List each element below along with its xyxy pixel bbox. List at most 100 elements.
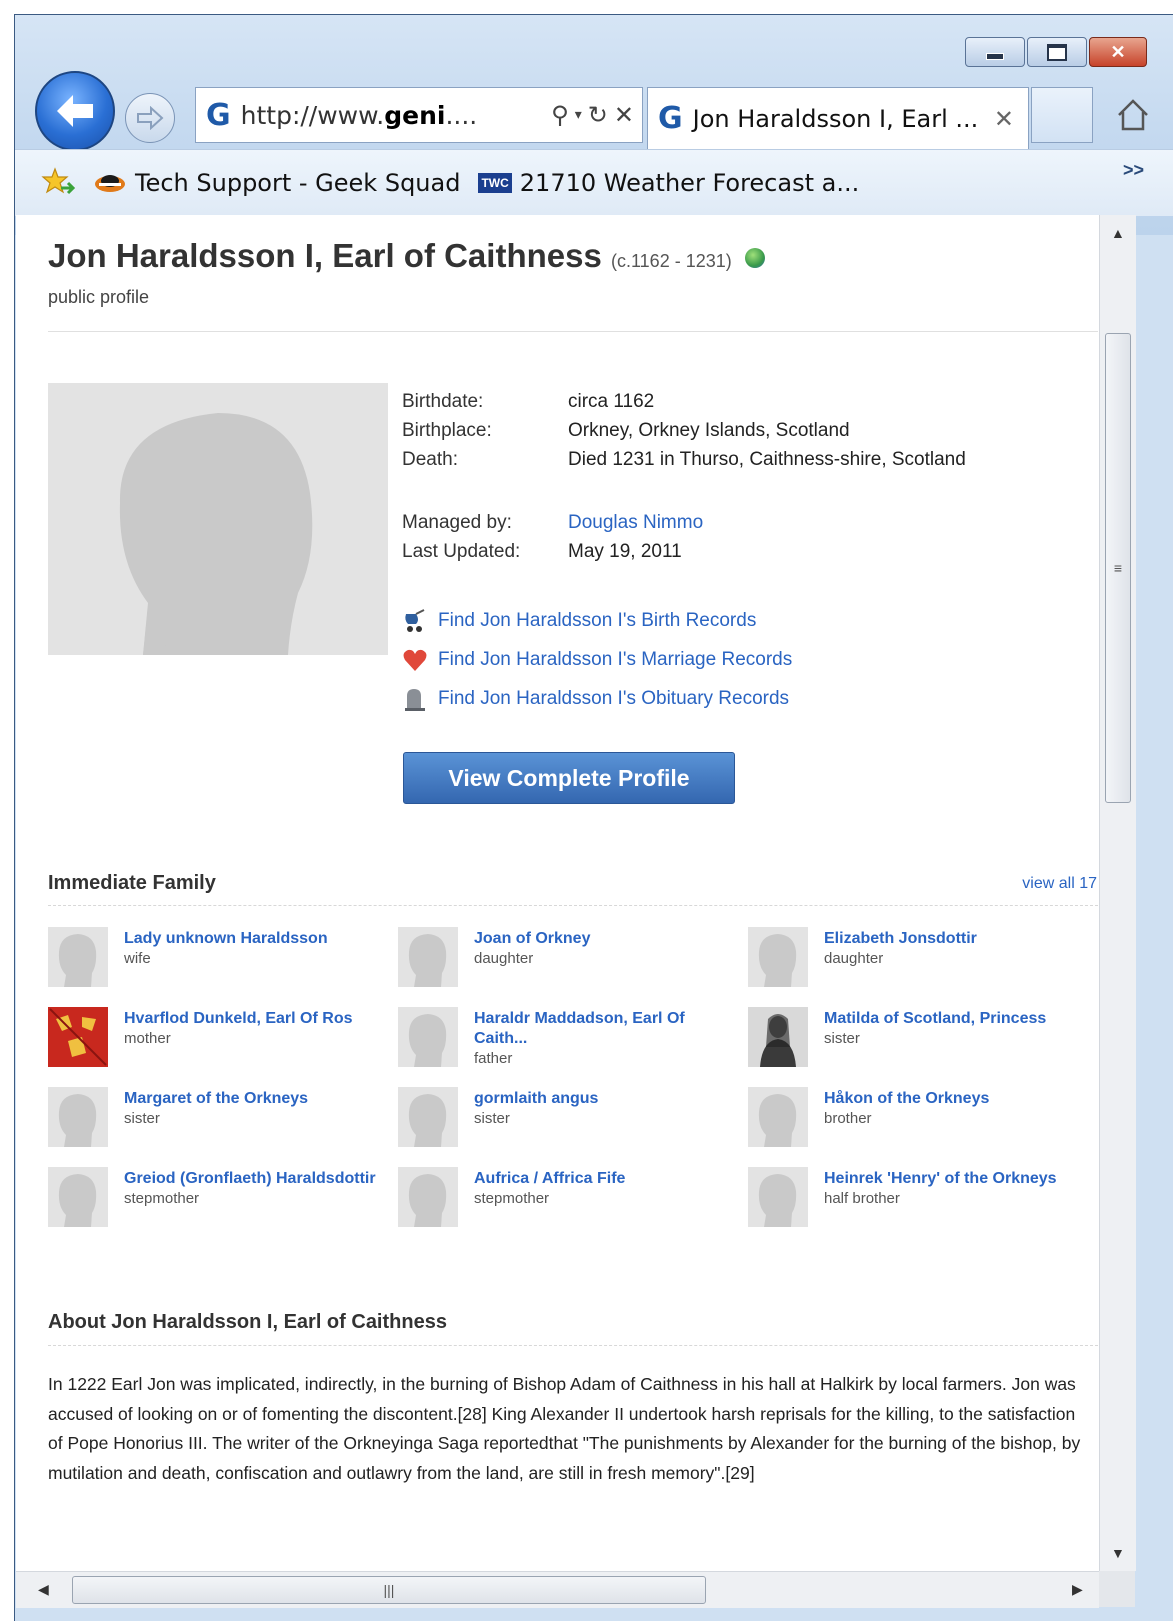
close-icon: ✕ [1110,41,1126,62]
horizontal-scrollbar[interactable]: ◀ ||| ▶ [16,1571,1099,1608]
birth-records-link[interactable]: Find Jon Haraldsson I's Birth Records [402,601,792,640]
close-window-button[interactable]: ✕ [1089,37,1147,67]
member-photo [48,1087,108,1147]
member-photo [748,1167,808,1227]
stop-icon[interactable]: ✕ [614,101,634,129]
family-member[interactable]: Joan of Orkney daughter [398,927,742,1007]
title-bar: ✕ G http://www.geni.... ⚲ ▾ ↻ ✕ G Jon Ha… [15,15,1173,235]
records-links: Find Jon Haraldsson I's Birth Records Fi… [402,601,792,718]
member-relation: sister [474,1110,510,1127]
tab-favicon-icon: G [658,101,683,136]
home-icon[interactable] [1113,95,1153,135]
fact-row-birthdate: Birthdate: circa 1162 [402,387,966,416]
favorite-weather[interactable]: TWC 21710 Weather Forecast a... [478,169,859,197]
record-link-label: Find Jon Haraldsson I's Birth Records [438,609,757,631]
family-member[interactable]: Elizabeth Jonsdottir daughter [748,927,1092,1007]
divider [48,331,1098,332]
fact-value: May 19, 2011 [568,540,682,562]
view-all-family-link[interactable]: view all 17 [1022,875,1097,893]
favorite-label: Tech Support - Geek Squad [135,169,461,197]
member-photo [398,1167,458,1227]
member-relation: daughter [824,950,884,967]
obituary-records-link[interactable]: Find Jon Haraldsson I's Obituary Records [402,679,792,718]
more-favorites-icon[interactable]: >> [1123,160,1144,181]
scroll-up-icon[interactable]: ▲ [1111,225,1125,241]
fact-label: Birthplace: [402,419,492,441]
url-suffix: .... [445,100,478,130]
fact-label: Birthdate: [402,390,484,412]
tab-active[interactable]: G Jon Haraldsson I, Earl ... ✕ [647,87,1029,149]
member-name-text: Greiod (Gronflaeth) Haraldsdottir [124,1170,376,1187]
address-bar[interactable]: G http://www.geni.... ⚲ ▾ ↻ ✕ [195,87,643,143]
family-member[interactable]: Lady unknown Haraldsson wife [48,927,392,1007]
family-member[interactable]: gormlaith angus sister [398,1087,742,1167]
fact-label: Death: [402,448,458,470]
scroll-left-icon[interactable]: ◀ [38,1581,49,1598]
member-photo [398,927,458,987]
family-member[interactable]: Matilda of Scotland, Princess sister [748,1007,1092,1087]
vertical-scroll-thumb[interactable]: ≡ [1105,333,1131,803]
member-relation: stepmother [124,1190,200,1207]
grip-icon: ||| [383,1582,395,1598]
family-member[interactable]: Haraldr Maddadson, Earl Of Caith... fathe… [398,1007,742,1087]
record-link-label: Find Jon Haraldsson I's Marriage Records [438,648,793,670]
vertical-scrollbar[interactable]: ▲ ≡ ▼ [1099,215,1136,1571]
family-member[interactable]: Håkon of the Orkneys brother [748,1087,1092,1167]
about-text: In 1222 Earl Jon was implicated, indirec… [48,1374,1081,1483]
member-relation: half brother [824,1190,900,1207]
url-prefix: http://www. [240,100,385,130]
family-section-title: Immediate Family [48,872,216,894]
family-member[interactable]: Greiod (Gronflaeth) Haraldsdottir stepmot… [48,1167,392,1247]
new-tab-button[interactable] [1031,87,1093,143]
minimize-button[interactable] [965,37,1025,67]
fact-row-birthplace: Birthplace: Orkney, Orkney Islands, Scotl… [402,416,966,445]
view-complete-profile-button[interactable]: View Complete Profile [403,752,735,804]
search-icon[interactable]: ⚲ [551,101,569,129]
dropdown-arrow-icon[interactable]: ▾ [575,107,582,123]
gravestone-icon [405,688,425,711]
refresh-icon[interactable]: ↻ [588,101,608,129]
member-name: Hvarflod Dunkeld, Earl Of Ros mother [124,1009,392,1049]
marriage-records-link[interactable]: Find Jon Haraldsson I's Marriage Records [402,640,792,679]
member-name: Matilda of Scotland, Princess sister [824,1009,1092,1049]
fact-row-managed-by: Managed by: Douglas Nimmo [402,508,966,537]
profile-facts: Birthdate: circa 1162 Birthplace: Orkney, … [402,387,966,566]
member-name-text: Margaret of the Orkneys [124,1090,309,1107]
divider [48,905,1098,906]
favorites-star-icon[interactable] [41,166,75,200]
member-relation: father [474,1050,513,1067]
family-member[interactable]: Aufrica / Affrica Fife stepmother [398,1167,742,1247]
member-name: Lady unknown Haraldsson wife [124,929,392,969]
fact-label: Managed by: [402,511,512,533]
maximize-button[interactable] [1027,37,1087,67]
grip-icon: ≡ [1113,560,1123,576]
scroll-down-icon[interactable]: ▼ [1111,1545,1125,1561]
family-member[interactable]: Heinrek 'Henry' of the Orkneys half broth… [748,1167,1092,1247]
forward-button[interactable] [125,93,175,143]
member-name-text: Aufrica / Affrica Fife [474,1170,626,1187]
globe-icon [744,248,765,269]
browser-window: ✕ G http://www.geni.... ⚲ ▾ ↻ ✕ G Jon Ha… [14,14,1173,1621]
fact-label: Last Updated: [402,540,521,562]
url-text[interactable]: http://www.geni.... [241,101,478,130]
back-button[interactable] [35,71,115,151]
divider [48,1345,1098,1346]
member-photo [398,1007,458,1067]
page-title: Jon Haraldsson I, Earl of Caithness (c.1… [48,237,765,275]
manager-link[interactable]: Douglas Nimmo [568,512,703,534]
close-tab-icon[interactable]: ✕ [994,105,1014,133]
site-favicon-icon: G [206,97,231,133]
coat-of-arms-icon [48,1007,108,1067]
member-name-text: Joan of Orkney [474,930,591,947]
profile-dates: (c.1162 - 1231) [611,251,732,271]
member-name-text: Heinrek 'Henry' of the Orkneys [824,1170,1057,1187]
favorite-geek-squad[interactable]: Tech Support - Geek Squad [93,169,460,197]
profile-visibility: public profile [48,287,150,307]
geek-squad-icon [95,175,125,192]
scroll-right-icon[interactable]: ▶ [1072,1581,1083,1598]
family-member[interactable]: Hvarflod Dunkeld, Earl Of Ros mother [48,1007,392,1087]
family-member[interactable]: Margaret of the Orkneys sister [48,1087,392,1167]
member-photo [48,1167,108,1227]
horizontal-scroll-thumb[interactable]: ||| [72,1576,706,1604]
